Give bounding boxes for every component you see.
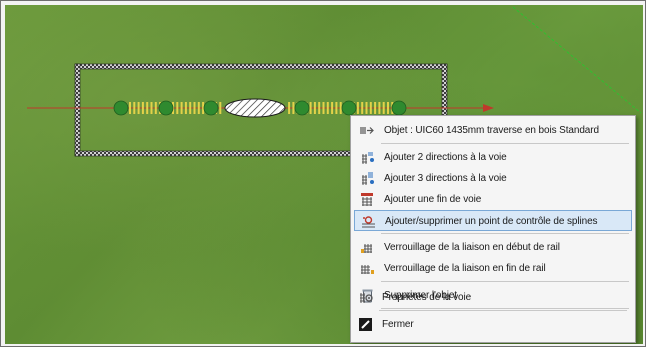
track-properties-icon xyxy=(358,290,373,305)
menu-item-label: Ajouter 3 directions à la voie xyxy=(384,173,507,184)
menu-item-close[interactable]: Fermer xyxy=(352,314,630,335)
track-tie xyxy=(189,102,192,114)
track-tie xyxy=(141,102,144,114)
track-tie xyxy=(335,102,338,114)
track-tie xyxy=(318,102,321,114)
spline-control-point[interactable] xyxy=(158,100,174,116)
track-tie xyxy=(288,102,291,114)
spline-control-point[interactable] xyxy=(391,100,407,116)
track-tie xyxy=(339,102,342,114)
track-tie xyxy=(309,102,312,114)
track-tie xyxy=(326,102,329,114)
track-add-2-directions-icon xyxy=(360,150,375,165)
menu-item-object-info[interactable]: Objet : UIC60 1435mm traverse en bois St… xyxy=(354,120,632,141)
menu-item-lock-rail-start[interactable]: Verrouillage de la liaison en début de r… xyxy=(354,237,632,258)
menu-item-track-properties[interactable]: Propriétés de la voie xyxy=(352,287,630,308)
menu-separator xyxy=(381,143,629,144)
track-tie xyxy=(387,102,389,114)
spline-control-point[interactable] xyxy=(341,100,357,116)
track-tie xyxy=(331,102,334,114)
menu-item-label: Verrouillage de la liaison en fin de rai… xyxy=(384,263,546,274)
menu-item-label: Propriétés de la voie xyxy=(382,292,472,303)
context-menu: Objet : UIC60 1435mm traverse en bois St… xyxy=(350,115,636,343)
menu-separator xyxy=(381,233,629,234)
spline-control-point[interactable] xyxy=(294,100,310,116)
track-tie xyxy=(184,102,187,114)
menu-item-label: Ajouter/supprimer un point de contrôle d… xyxy=(385,216,598,227)
spline-control-point[interactable] xyxy=(203,100,219,116)
lock-rail-start-icon xyxy=(360,240,375,255)
close-icon xyxy=(358,317,373,332)
menu-item-spline-control-point[interactable]: Ajouter/supprimer un point de contrôle d… xyxy=(354,210,632,231)
track-tie xyxy=(365,102,368,114)
menu-item-add-track-end[interactable]: Ajouter une fin de voie xyxy=(354,189,632,210)
menu-item-label: Ajouter 2 directions à la voie xyxy=(384,152,507,163)
track-tie xyxy=(356,102,359,114)
menu-item-label: Objet : UIC60 1435mm traverse en bois St… xyxy=(384,125,599,136)
track-tie xyxy=(374,102,377,114)
menu-separator xyxy=(381,281,629,282)
track-tie xyxy=(146,102,149,114)
track-tie xyxy=(313,102,316,114)
track-tie xyxy=(154,102,157,114)
track-tie xyxy=(150,102,153,114)
menu-item-add-2-directions[interactable]: Ajouter 2 directions à la voie xyxy=(354,147,632,168)
track-tie xyxy=(382,102,385,114)
track-tie xyxy=(292,102,295,114)
track-tie xyxy=(193,102,196,114)
menu-item-add-3-directions[interactable]: Ajouter 3 directions à la voie xyxy=(354,168,632,189)
track-end-icon xyxy=(360,192,375,207)
spline-control-point-icon xyxy=(361,214,376,229)
track-tie xyxy=(378,102,381,114)
track-tie xyxy=(322,102,325,114)
menu-item-label: Ajouter une fin de voie xyxy=(384,194,482,205)
track-tie xyxy=(133,102,136,114)
track-object-icon xyxy=(360,123,375,138)
spline-control-point[interactable] xyxy=(113,100,129,116)
track-tie xyxy=(176,102,179,114)
track-tie xyxy=(361,102,364,114)
menu-item-label: Verrouillage de la liaison en début de r… xyxy=(384,242,560,253)
track-tie xyxy=(369,102,372,114)
track-tie xyxy=(137,102,140,114)
track-tie xyxy=(197,102,200,114)
track-tie xyxy=(180,102,183,114)
menu-item-label: Fermer xyxy=(382,319,414,330)
spline-guide-line xyxy=(512,6,642,114)
lock-rail-end-icon xyxy=(360,261,375,276)
track-tie xyxy=(219,102,222,114)
track-add-3-directions-icon xyxy=(360,171,375,186)
menu-item-lock-rail-end[interactable]: Verrouillage de la liaison en fin de rai… xyxy=(354,258,632,279)
track-tie xyxy=(129,102,131,114)
spline-center-handle[interactable] xyxy=(224,98,286,118)
